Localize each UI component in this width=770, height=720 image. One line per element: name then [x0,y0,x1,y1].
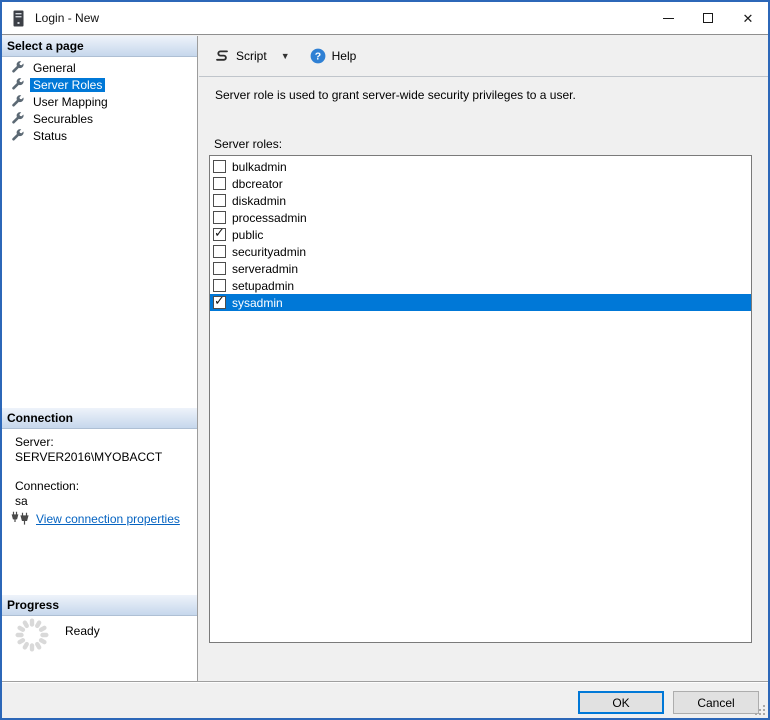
progress-spinner-icon [13,616,51,654]
role-name: bulkadmin [232,160,287,174]
role-checkbox[interactable] [213,177,226,190]
role-name: processadmin [232,211,307,225]
close-button[interactable]: ✕ [728,2,768,34]
server-role-row-processadmin[interactable]: processadmin [210,209,751,226]
page-description: Server role is used to grant server-wide… [215,88,576,102]
progress-status-row: Ready [13,616,100,654]
server-value: SERVER2016\MYOBACCT [15,450,162,464]
sidebar-item-user-mapping[interactable]: User Mapping [2,93,196,110]
sidebar-pages: General Server Roles User Mapping Securable… [2,59,196,144]
server-role-row-public[interactable]: ✓ public [210,226,751,243]
minimize-icon [663,18,674,19]
check-icon: ✓ [214,294,225,307]
wrench-icon [11,129,24,142]
server-icon [11,10,26,27]
role-name: public [232,228,263,242]
server-role-row-sysadmin[interactable]: ✓ sysadmin [210,294,751,311]
role-name: diskadmin [232,194,286,208]
role-checkbox[interactable] [213,245,226,258]
role-name: setupadmin [232,279,294,293]
close-icon: ✕ [743,12,754,25]
wrench-icon [11,78,24,91]
server-role-row-diskadmin[interactable]: diskadmin [210,192,751,209]
caption-buttons: ✕ [648,2,768,34]
server-roles-listbox[interactable]: bulkadmindbcreatordiskadminprocessadmin✓… [209,155,752,643]
minimize-button[interactable] [648,2,688,34]
sidebar-item-general[interactable]: General [2,59,196,76]
help-button[interactable]: ? Help [306,46,361,66]
wrench-icon [11,61,24,74]
role-checkbox[interactable] [213,279,226,292]
help-button-label: Help [332,49,357,63]
sidebar-item-label: Status [30,129,70,143]
role-name: serveradmin [232,262,298,276]
server-role-row-setupadmin[interactable]: setupadmin [210,277,751,294]
sidebar: Select a page General Server Roles User Ma… [2,36,198,681]
role-checkbox[interactable] [213,160,226,173]
maximize-button[interactable] [688,2,728,34]
window-title: Login - New [35,11,99,25]
footer: OK Cancel [2,681,768,718]
sidebar-item-securables[interactable]: Securables [2,110,196,127]
view-connection-properties-row: View connection properties [11,511,180,527]
role-name: sysadmin [232,296,283,310]
sidebar-item-server-roles[interactable]: Server Roles [2,76,196,93]
server-role-row-serveradmin[interactable]: serveradmin [210,260,751,277]
role-checkbox[interactable]: ✓ [213,296,226,309]
sidebar-item-label: Server Roles [30,78,105,92]
role-name: dbcreator [232,177,283,191]
chevron-down-icon: ▼ [281,51,290,61]
wrench-icon [11,112,24,125]
server-role-row-securityadmin[interactable]: securityadmin [210,243,751,260]
connection-header: Connection [2,408,197,429]
progress-status-text: Ready [65,624,100,638]
toolbar: Script ▼ ? Help [199,36,768,77]
svg-text:?: ? [314,51,320,63]
sidebar-item-status[interactable]: Status [2,127,196,144]
script-dropdown-button[interactable]: ▼ [275,49,296,63]
progress-header: Progress [2,595,197,616]
role-checkbox[interactable] [213,194,226,207]
role-name: securityadmin [232,245,306,259]
ok-button[interactable]: OK [578,691,664,714]
wrench-icon [11,95,24,108]
resize-grip[interactable] [754,704,767,717]
sidebar-item-label: User Mapping [30,95,111,109]
connection-value: sa [15,494,28,508]
help-icon: ? [310,48,326,64]
main-panel: Script ▼ ? Help Server role is used to g… [199,36,768,681]
role-checkbox[interactable] [213,262,226,275]
cancel-button[interactable]: Cancel [673,691,759,714]
connection-properties-icon [11,511,30,527]
login-new-dialog: Login - New ✕ Select a page General Serve… [0,0,770,720]
maximize-icon [703,13,713,23]
role-checkbox[interactable] [213,211,226,224]
server-role-row-bulkadmin[interactable]: bulkadmin [210,158,751,175]
view-connection-properties-link[interactable]: View connection properties [36,512,180,526]
sidebar-item-label: General [30,61,79,75]
script-button-label: Script [236,49,267,63]
select-a-page-header: Select a page [2,36,197,57]
server-label: Server: [15,435,54,449]
script-icon [214,48,230,64]
connection-label: Connection: [15,479,79,493]
role-checkbox[interactable]: ✓ [213,228,226,241]
sidebar-item-label: Securables [30,112,96,126]
title-bar: Login - New ✕ [2,2,768,35]
check-icon: ✓ [214,226,225,239]
script-button[interactable]: Script [210,46,271,66]
server-role-row-dbcreator[interactable]: dbcreator [210,175,751,192]
server-roles-label: Server roles: [214,137,282,151]
